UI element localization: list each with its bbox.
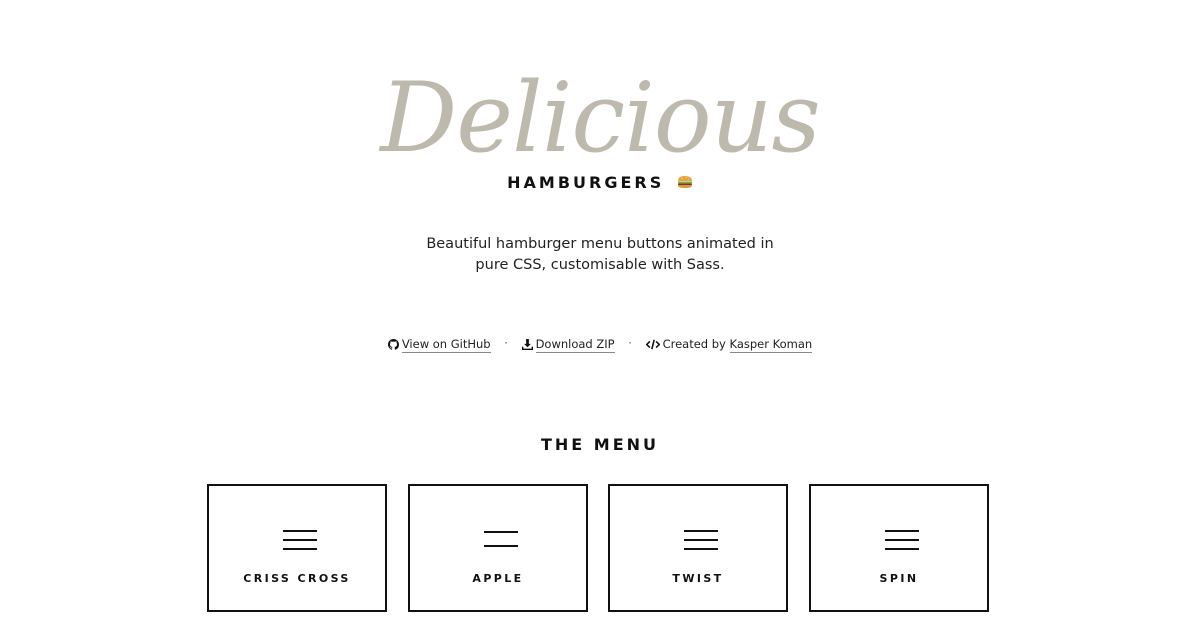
menu-card-criss-cross[interactable]: CRISS CROSS bbox=[207, 484, 387, 612]
hamburger-icon bbox=[484, 530, 518, 552]
subtitle-text: HAMBURGERS bbox=[507, 173, 665, 192]
subtitle: HAMBURGERS bbox=[0, 172, 1200, 194]
hamburger-emoji-icon bbox=[677, 173, 693, 188]
hamburger-icon bbox=[684, 530, 718, 552]
menu-card-apple[interactable]: APPLE bbox=[408, 484, 588, 612]
menu-card-twist[interactable]: TWIST bbox=[608, 484, 788, 612]
download-link[interactable]: Download ZIP bbox=[521, 335, 615, 353]
github-icon bbox=[387, 338, 399, 350]
separator: · bbox=[628, 336, 632, 350]
menu-card-label: CRISS CROSS bbox=[243, 572, 351, 585]
tagline: Beautiful hamburger menu buttons animate… bbox=[426, 236, 774, 273]
github-link[interactable]: View on GitHub bbox=[387, 335, 491, 353]
page: Delicious HAMBURGERS Beautiful hamburger… bbox=[0, 0, 1200, 630]
menu-card-label: APPLE bbox=[472, 572, 524, 585]
menu-card-label: TWIST bbox=[672, 572, 724, 585]
download-link-label: Download ZIP bbox=[535, 336, 615, 353]
hamburger-icon bbox=[283, 530, 317, 552]
logo-title: Delicious bbox=[380, 62, 821, 174]
github-link-label: View on GitHub bbox=[401, 336, 491, 353]
hamburger-icon bbox=[885, 530, 919, 552]
menu-section-title: THE MENU bbox=[540, 435, 660, 454]
links-bar: View on GitHub · Download ZIP · Created … bbox=[0, 334, 1200, 353]
menu-card-label: SPIN bbox=[879, 572, 919, 585]
menu-card-spin[interactable]: SPIN bbox=[809, 484, 989, 612]
separator: · bbox=[504, 336, 508, 350]
created-by-label: Created by bbox=[662, 336, 726, 351]
credits: Created by Kasper Koman bbox=[645, 335, 813, 353]
download-icon bbox=[521, 338, 533, 350]
code-icon bbox=[645, 339, 660, 349]
author-link[interactable]: Kasper Koman bbox=[729, 336, 813, 353]
